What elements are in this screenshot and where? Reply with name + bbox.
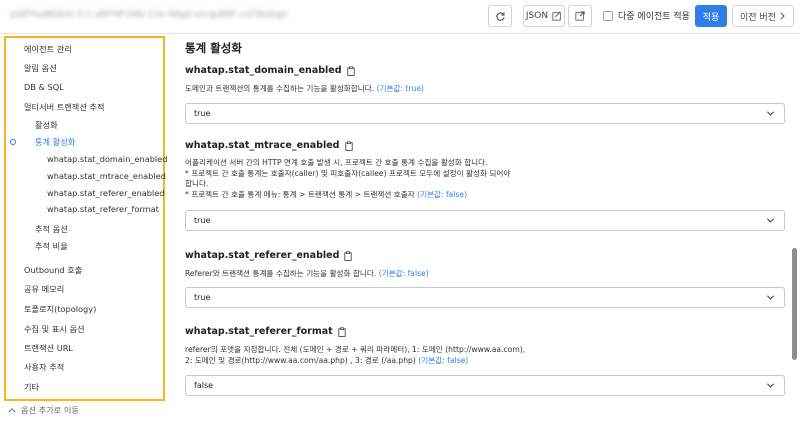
refresh-button[interactable]: [488, 5, 512, 27]
setting-name: whatap.stat_referer_enabled: [185, 250, 340, 261]
select-value: true: [194, 216, 211, 225]
sidebar-item-topology[interactable]: 토폴로지(topology): [24, 303, 96, 315]
setting-name: whatap.stat_domain_enabled: [185, 65, 342, 76]
sidebar-item-transaction-url[interactable]: 트랜잭션 URL: [24, 342, 73, 354]
default-value-note: (기본값: true): [376, 84, 425, 93]
settings-content: 통계 활성화 whatap.stat_domain_enabled 도메인과 트…: [185, 34, 785, 425]
apply-button[interactable]: 적용: [695, 5, 727, 27]
description-line: 도메인과 트랜잭션의 통계를 수집하는 기능을 활성화합니다.: [185, 84, 375, 93]
sidebar-item-stat-referer-format[interactable]: whatap.stat_referer_format: [47, 204, 159, 214]
clipboard-icon[interactable]: [344, 140, 353, 151]
select-value: true: [194, 293, 211, 302]
default-value-note: (기본값: false): [417, 189, 468, 199]
setting-title-stat-domain-enabled: whatap.stat_domain_enabled: [185, 65, 355, 76]
setting-name: whatap.stat_mtrace_enabled: [185, 140, 340, 151]
default-value-note: (기본값: false): [418, 355, 469, 365]
sidebar-item-shared-memory[interactable]: 공유 메모리: [24, 283, 64, 295]
stat-referer-format-select[interactable]: false: [185, 375, 785, 396]
refresh-icon: [495, 11, 505, 21]
clipboard-icon[interactable]: [338, 326, 346, 337]
content-scrollbar-track[interactable]: [792, 36, 798, 421]
sidebar-item-stat-enable[interactable]: 통계 활성화: [35, 136, 75, 148]
setting-title-stat-referer-format: whatap.stat_referer_format: [185, 326, 346, 337]
select-value: true: [194, 109, 211, 118]
sidebar-item-user-tracking[interactable]: 사용자 추적: [24, 361, 64, 373]
sidebar-item-etc[interactable]: 기타: [24, 381, 39, 393]
multi-agent-checkbox[interactable]: [603, 10, 613, 21]
json-label: JSON: [525, 11, 549, 21]
move-to-add-option-link[interactable]: 옵션 추가로 이동: [8, 404, 79, 416]
setting-title-stat-mtrace-enabled: whatap.stat_mtrace_enabled: [185, 140, 353, 151]
previous-version-button[interactable]: 이전 버전: [732, 5, 794, 27]
edit-icon: [552, 11, 561, 21]
default-value-note: (기본값: false): [378, 269, 429, 278]
select-value: false: [194, 381, 214, 390]
setting-title-stat-referer-enabled: whatap.stat_referer_enabled: [185, 250, 353, 261]
multi-agent-apply-option[interactable]: 다중 에이전트 적용: [603, 9, 690, 22]
settings-sidebar: 에이전트 관리 알림 옵션 DB & SQL 멀티서버 트랜잭션 추적 활성화 …: [4, 36, 167, 401]
description-line: Referer와 트랜잭션 통계를 수집하는 기능을 활성화 합니다.: [185, 269, 377, 278]
clipboard-icon[interactable]: [344, 250, 353, 261]
page-title: 통계 활성화: [185, 41, 242, 55]
multi-agent-label: 다중 에이전트 적용: [618, 12, 690, 22]
setting-description: 도메인과 트랜잭션의 통계를 수집하는 기능을 활성화합니다. (기본값: tr…: [185, 84, 545, 95]
description-line: 합니다.: [185, 179, 209, 189]
stat-referer-enabled-select[interactable]: true: [185, 287, 785, 308]
sidebar-item-agent-management[interactable]: 에이전트 관리: [24, 43, 72, 55]
clipboard-icon[interactable]: [346, 65, 355, 76]
sidebar-item-trace-ratio[interactable]: 추적 비율: [35, 240, 68, 252]
sidebar-item-outbound-call[interactable]: Outbound 호출: [24, 264, 82, 276]
previous-version-label: 이전 버전: [740, 12, 776, 23]
chevron-down-icon: [766, 295, 775, 300]
sidebar-item-multiserver-trace[interactable]: 멀티서버 트랜잭션 추적: [24, 101, 105, 113]
setting-description: 어플리케이션 서버 간의 HTTP 연계 호출 발생 시, 프로젝트 간 호출 …: [185, 158, 545, 200]
setting-description: referer의 포맷을 지정합니다. 전체 (도메인 + 경로 + 쿼리 파라…: [185, 345, 565, 366]
description-line: * 프로젝트 간 호출 통계 메뉴: 통계 > 트랜잭션 통계 > 트랜잭션 호…: [185, 189, 415, 199]
chevron-up-icon: [8, 408, 16, 413]
description-line: 2: 도메인 및 경로(http://www.aa.com/aa.php) , …: [185, 355, 416, 365]
chevron-down-icon: [766, 111, 775, 116]
sidebar-item-stat-mtrace-enabled[interactable]: whatap.stat_mtrace_enabled: [47, 171, 166, 181]
chevron-right-icon: [780, 12, 785, 20]
agent-id-text: yGlFhsaBGbVr-3-1-aRFHP-S6b-11b-9dgd-a1rg…: [10, 10, 288, 20]
stat-domain-enabled-select[interactable]: true: [185, 103, 785, 124]
export-button[interactable]: [568, 5, 592, 27]
sidebar-item-collect-display-options[interactable]: 수집 및 표시 옵션: [24, 323, 85, 335]
move-to-add-option-label: 옵션 추가로 이동: [21, 405, 79, 415]
description-line: referer의 포맷을 지정합니다. 전체 (도메인 + 경로 + 쿼리 파라…: [185, 345, 526, 354]
stat-mtrace-enabled-select[interactable]: true: [185, 210, 785, 231]
description-line: * 프로젝트 간 호출 통계는 호출자(caller) 및 피호출자(calle…: [185, 168, 511, 178]
sidebar-item-stat-referer-enabled[interactable]: whatap.stat_referer_enabled: [47, 188, 165, 198]
sidebar-item-alert-options[interactable]: 알림 옵션: [24, 62, 57, 74]
setting-description: Referer와 트랜잭션 통계를 수집하는 기능을 활성화 합니다. (기본값…: [185, 269, 545, 280]
setting-name: whatap.stat_referer_format: [185, 326, 333, 337]
json-edit-button[interactable]: JSON: [523, 5, 565, 27]
sidebar-item-stat-domain-enabled[interactable]: whatap.stat_domain_enabled: [47, 154, 167, 164]
chevron-down-icon: [766, 383, 775, 388]
sidebar-item-trace-options[interactable]: 추적 옵션: [35, 223, 68, 235]
chevron-down-icon: [766, 218, 775, 223]
description-line: 어플리케이션 서버 간의 HTTP 연계 호출 발생 시, 프로젝트 간 호출 …: [185, 158, 488, 167]
content-scrollbar-thumb[interactable]: [792, 248, 797, 360]
sidebar-item-db-sql[interactable]: DB & SQL: [24, 82, 64, 92]
export-icon: [575, 11, 585, 21]
active-item-indicator: [10, 139, 16, 145]
sidebar-item-enable[interactable]: 활성화: [35, 119, 58, 131]
top-bar: yGlFhsaBGbVr-3-1-aRFHP-S6b-11b-9dgd-a1rg…: [0, 0, 800, 34]
